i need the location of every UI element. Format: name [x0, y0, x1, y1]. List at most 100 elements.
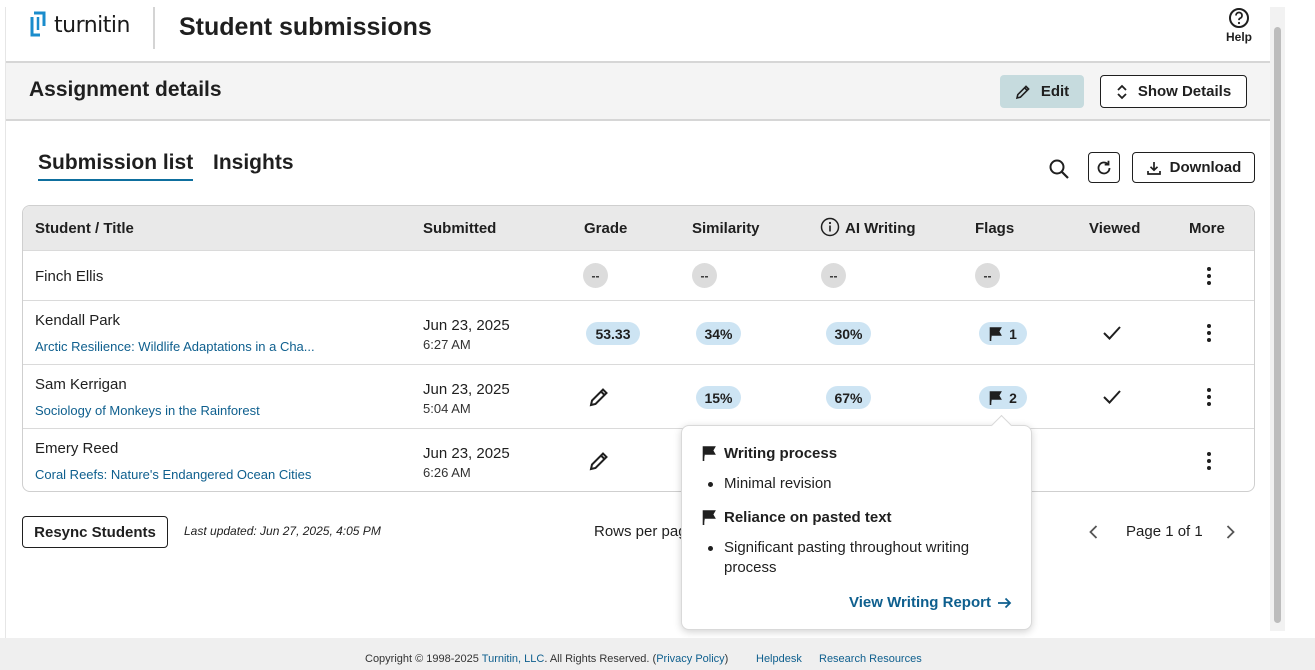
scrollbar-thumb[interactable]	[1274, 27, 1281, 623]
grade-empty: --	[583, 263, 608, 288]
last-updated-text: Last updated: Jun 27, 2025, 4:05 PM	[184, 524, 381, 538]
top-header: turnitin Student submissions Help	[6, 7, 1271, 62]
submitted-date: Jun 23, 2025	[423, 445, 510, 462]
flags-count: 1	[1009, 325, 1017, 342]
student-name[interactable]: Kendall Park	[35, 312, 120, 329]
search-icon[interactable]	[1047, 157, 1071, 181]
download-icon	[1146, 161, 1161, 175]
similarity-badge[interactable]: 15%	[696, 386, 741, 409]
student-name[interactable]: Emery Reed	[35, 440, 118, 457]
arrow-right-icon	[997, 597, 1012, 608]
student-name[interactable]: Sam Kerrigan	[35, 376, 127, 393]
column-header-more: More	[1189, 220, 1225, 237]
header-divider	[153, 7, 155, 49]
edit-label: Edit	[1040, 83, 1070, 100]
ai-writing-badge[interactable]: 30%	[826, 322, 871, 345]
copyright-text: Copyright © 1998-2025 Turnitin, LLC. All…	[365, 653, 728, 665]
pencil-icon[interactable]	[589, 387, 609, 407]
column-header-student[interactable]: Student / Title	[35, 220, 134, 237]
logo-text: turnitin	[54, 12, 130, 38]
column-header-ai-writing[interactable]: AI Writing	[845, 220, 916, 237]
download-button[interactable]: Download	[1132, 152, 1255, 183]
table-row: Emery Reed Coral Reefs: Nature's Endange…	[23, 428, 1254, 491]
submitted-time: 6:26 AM	[423, 465, 471, 480]
submitted-time: 5:04 AM	[423, 401, 471, 416]
submission-title-link[interactable]: Sociology of Monkeys in the Rainforest	[35, 403, 260, 418]
show-details-label: Show Details	[1137, 83, 1232, 100]
popover-section-writing-process: Writing process	[702, 445, 837, 462]
submitted-time: 6:27 AM	[423, 337, 471, 352]
similarity-empty: --	[692, 263, 717, 288]
edit-button[interactable]: Edit	[1000, 75, 1084, 108]
research-resources-link[interactable]: Research Resources	[819, 653, 922, 665]
turnitin-logo[interactable]: turnitin	[30, 11, 130, 39]
submissions-table: Student / Title Submitted Grade Similari…	[22, 205, 1255, 492]
flag-icon	[989, 326, 1002, 341]
popover-section-pasted-text: Reliance on pasted text	[702, 509, 892, 526]
more-options-button[interactable]	[1199, 321, 1219, 345]
privacy-policy-link[interactable]: Privacy Policy	[656, 653, 724, 665]
assignment-title: Assignment details	[29, 78, 222, 101]
submitted-date: Jun 23, 2025	[423, 317, 510, 334]
chevron-right-icon[interactable]	[1222, 523, 1238, 541]
flags-badge[interactable]: 2	[979, 386, 1027, 409]
flag-icon	[989, 390, 1002, 405]
column-header-flags[interactable]: Flags	[975, 220, 1014, 237]
table-row: Finch Ellis -- -- -- --	[23, 250, 1254, 300]
tab-submission-list[interactable]: Submission list	[38, 151, 194, 181]
popover-list-item: Significant pasting throughout writing p…	[708, 538, 999, 578]
column-header-viewed[interactable]: Viewed	[1089, 220, 1140, 237]
ai-writing-empty: --	[821, 263, 846, 288]
help-circle-icon	[1229, 8, 1249, 28]
submission-title-link[interactable]: Arctic Resilience: Wildlife Adaptations …	[35, 339, 315, 354]
pencil-icon	[1015, 84, 1030, 99]
view-writing-report-label: View Writing Report	[849, 594, 991, 611]
help-label: Help	[1225, 30, 1252, 44]
submission-title-link[interactable]: Coral Reefs: Nature's Endangered Ocean C…	[35, 467, 311, 482]
table-header: Student / Title Submitted Grade Similari…	[23, 206, 1254, 250]
flag-icon	[702, 446, 716, 461]
checkmark-icon	[1103, 326, 1121, 340]
copyright-prefix: Copyright © 1998-2025	[365, 653, 482, 665]
ai-writing-badge[interactable]: 67%	[826, 386, 871, 409]
show-details-button[interactable]: Show Details	[1100, 75, 1247, 108]
help-button[interactable]: Help	[1221, 7, 1257, 47]
column-header-grade[interactable]: Grade	[584, 220, 627, 237]
vertical-scrollbar[interactable]	[1270, 7, 1285, 631]
close-paren: )	[724, 653, 729, 665]
flags-popover: Writing process Minimal revision Relianc…	[681, 425, 1032, 630]
more-options-button[interactable]	[1199, 449, 1219, 473]
student-name[interactable]: Finch Ellis	[35, 268, 103, 285]
similarity-badge[interactable]: 34%	[696, 322, 741, 345]
submitted-date: Jun 23, 2025	[423, 381, 510, 398]
assignment-bar: Assignment details Edit Show Details	[6, 61, 1271, 121]
refresh-button[interactable]	[1088, 152, 1120, 183]
popover-section-title: Writing process	[724, 445, 838, 462]
flags-count: 2	[1009, 389, 1017, 406]
tab-insights[interactable]: Insights	[213, 151, 294, 175]
pencil-icon[interactable]	[589, 451, 609, 471]
popover-section-title: Reliance on pasted text	[724, 509, 892, 526]
popover-list-item: Minimal revision	[708, 475, 832, 492]
info-icon[interactable]	[820, 217, 840, 237]
more-options-button[interactable]	[1199, 385, 1219, 409]
download-label: Download	[1169, 159, 1242, 176]
checkmark-icon	[1103, 390, 1121, 404]
more-options-button[interactable]	[1199, 264, 1219, 288]
flags-badge[interactable]: 1	[979, 322, 1027, 345]
view-writing-report-link[interactable]: View Writing Report	[849, 594, 1013, 611]
helpdesk-link[interactable]: Helpdesk	[756, 653, 802, 665]
resync-students-button[interactable]: Resync Students	[22, 516, 168, 548]
page-footer: Copyright © 1998-2025 Turnitin, LLC. All…	[0, 638, 1315, 670]
column-header-submitted[interactable]: Submitted	[423, 220, 496, 237]
column-header-similarity[interactable]: Similarity	[692, 220, 760, 237]
turnitin-logo-icon	[30, 11, 46, 37]
chevron-left-icon[interactable]	[1086, 523, 1102, 541]
page-indicator: Page 1 of 1	[1126, 523, 1203, 540]
flags-empty: --	[975, 263, 1000, 288]
refresh-icon	[1097, 160, 1111, 174]
table-row: Sam Kerrigan Sociology of Monkeys in the…	[23, 364, 1254, 428]
grade-badge[interactable]: 53.33	[586, 322, 640, 345]
company-link[interactable]: Turnitin, LLC	[482, 653, 545, 665]
rights-text: . All Rights Reserved. (	[544, 653, 657, 665]
